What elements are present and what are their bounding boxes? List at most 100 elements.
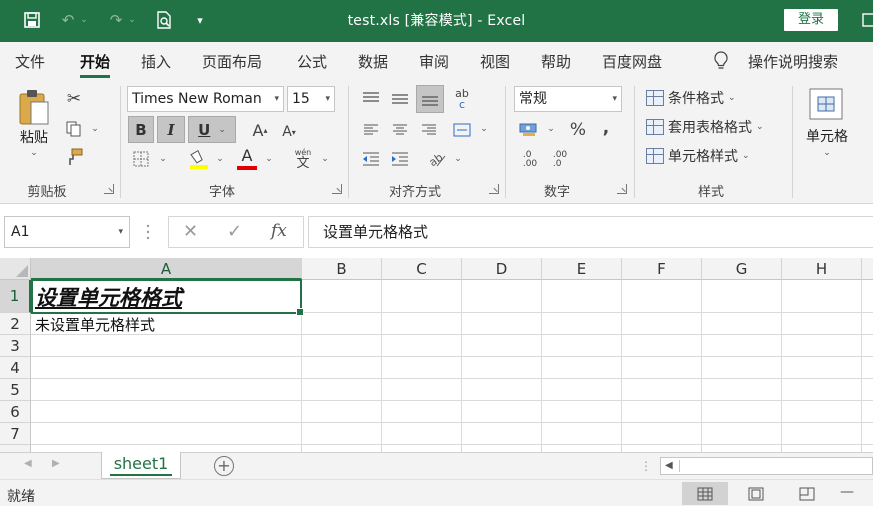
phonetic-guide-button[interactable]: wén 文 xyxy=(290,146,316,172)
accounting-dropdown[interactable]: ⌄ xyxy=(544,122,558,136)
paste-label[interactable]: 粘贴 xyxy=(14,128,54,146)
cell-a2[interactable]: 未设置单元格样式 xyxy=(35,314,155,335)
sheet-next-icon[interactable]: ▶ xyxy=(52,458,60,469)
add-sheet-icon[interactable]: + xyxy=(214,456,234,476)
login-button[interactable]: 登录 xyxy=(784,9,838,31)
column-header-f[interactable]: F xyxy=(622,258,702,280)
clipboard-launcher-icon[interactable] xyxy=(104,184,114,194)
tab-view[interactable]: 视图 xyxy=(480,51,510,72)
align-right-icon[interactable] xyxy=(416,118,442,142)
column-header-d[interactable]: D xyxy=(462,258,542,280)
number-format-select[interactable]: 常规 ▾ xyxy=(514,86,622,112)
border-dropdown[interactable]: ⌄ xyxy=(156,152,170,166)
fill-color-icon[interactable] xyxy=(186,146,212,172)
align-top-icon[interactable] xyxy=(358,86,384,112)
formula-bar-resize-handle[interactable] xyxy=(146,222,150,242)
cells-icon[interactable] xyxy=(806,86,846,122)
fill-color-dropdown[interactable]: ⌄ xyxy=(213,152,227,166)
paste-dropdown[interactable]: ⌄ xyxy=(24,146,44,160)
align-left-icon[interactable] xyxy=(358,118,384,142)
wrap-text-icon[interactable]: ab c xyxy=(450,86,474,112)
insert-function-icon[interactable]: fx xyxy=(271,221,287,241)
scroll-thumb[interactable] xyxy=(679,460,869,472)
conditional-formatting-button[interactable]: 条件格式 ⌄ xyxy=(646,88,736,108)
comma-style-button[interactable]: , xyxy=(596,116,616,140)
row-header-3[interactable]: 3 xyxy=(0,335,31,357)
tab-review[interactable]: 审阅 xyxy=(419,51,449,72)
column-header-i[interactable] xyxy=(862,258,873,280)
tab-insert[interactable]: 插入 xyxy=(141,51,171,72)
formula-input[interactable]: 设置单元格格式 xyxy=(308,216,873,248)
increase-indent-icon[interactable] xyxy=(387,148,413,170)
cells-label[interactable]: 单元格 xyxy=(800,126,854,146)
row-header-7[interactable]: 7 xyxy=(0,423,31,445)
font-size-select[interactable]: 15 ▾ xyxy=(287,86,335,112)
column-header-c[interactable]: C xyxy=(382,258,462,280)
tab-page-layout[interactable]: 页面布局 xyxy=(202,51,262,72)
tab-baidu-netdisk[interactable]: 百度网盘 xyxy=(602,51,662,72)
cancel-icon[interactable]: ✕ xyxy=(183,221,198,242)
column-header-g[interactable]: G xyxy=(702,258,782,280)
align-bottom-icon[interactable] xyxy=(416,85,444,113)
format-as-table-button[interactable]: 套用表格格式 ⌄ xyxy=(646,117,764,137)
orientation-dropdown[interactable]: ⌄ xyxy=(451,152,465,166)
column-header-e[interactable]: E xyxy=(542,258,622,280)
decrease-decimal-button[interactable]: .00 .0 xyxy=(548,148,572,172)
active-cell-selection[interactable] xyxy=(31,279,304,316)
tab-home[interactable]: 开始 xyxy=(80,51,111,78)
phonetic-dropdown[interactable]: ⌄ xyxy=(318,152,332,166)
bold-button[interactable]: B xyxy=(128,116,154,143)
page-layout-view-icon[interactable] xyxy=(733,482,779,505)
row-header-6[interactable]: 6 xyxy=(0,401,31,423)
font-name-select[interactable]: Times New Roman ▾ xyxy=(127,86,284,112)
border-icon[interactable] xyxy=(130,148,152,170)
column-header-b[interactable]: B xyxy=(302,258,382,280)
decrease-indent-icon[interactable] xyxy=(358,148,384,170)
horizontal-scrollbar[interactable]: ◀ xyxy=(660,457,873,475)
normal-view-icon[interactable] xyxy=(682,482,728,505)
merge-dropdown[interactable]: ⌄ xyxy=(477,122,491,136)
select-all-button[interactable] xyxy=(0,258,31,280)
merge-center-icon[interactable] xyxy=(450,118,474,142)
tab-split-handle[interactable]: ⋮ xyxy=(640,459,652,473)
cells-dropdown[interactable]: ⌄ xyxy=(820,146,834,160)
accounting-format-icon[interactable] xyxy=(516,118,542,142)
italic-button[interactable]: I xyxy=(157,116,185,143)
font-launcher-icon[interactable] xyxy=(332,184,342,194)
tab-file[interactable]: 文件 xyxy=(15,51,45,72)
paste-icon[interactable] xyxy=(14,86,54,130)
cut-icon[interactable]: ✂ xyxy=(62,88,86,110)
enter-icon[interactable]: ✓ xyxy=(227,221,242,242)
orientation-icon[interactable]: ab xyxy=(424,146,450,172)
increase-decimal-button[interactable]: .0 .00 xyxy=(518,148,542,172)
scroll-left-icon[interactable]: ◀ xyxy=(665,460,673,471)
sheet-tab-sheet1[interactable]: sheet1 xyxy=(101,452,181,479)
column-header-h[interactable]: H xyxy=(782,258,862,280)
shrink-font-button[interactable]: A ▾ xyxy=(278,120,300,144)
grow-font-button[interactable]: A ▴ xyxy=(249,118,271,142)
column-header-a[interactable]: A xyxy=(31,258,302,280)
cell-styles-button[interactable]: 单元格样式 ⌄ xyxy=(646,146,750,166)
align-center-icon[interactable] xyxy=(387,118,413,142)
alignment-launcher-icon[interactable] xyxy=(489,184,499,194)
row-header-5[interactable]: 5 xyxy=(0,379,31,401)
row-header-2[interactable]: 2 xyxy=(0,313,31,335)
tab-formulas[interactable]: 公式 xyxy=(297,51,327,72)
font-color-button[interactable]: A xyxy=(234,146,260,172)
tab-help[interactable]: 帮助 xyxy=(541,51,571,72)
percent-button[interactable]: % xyxy=(566,118,590,142)
number-launcher-icon[interactable] xyxy=(617,184,627,194)
copy-dropdown[interactable]: ⌄ xyxy=(88,122,102,136)
font-color-dropdown[interactable]: ⌄ xyxy=(262,152,276,166)
copy-icon[interactable] xyxy=(62,118,86,140)
underline-button[interactable]: U ⌄ xyxy=(188,116,236,143)
tell-me-search[interactable]: 操作说明搜索 xyxy=(748,51,838,72)
row-header-8[interactable] xyxy=(0,445,31,452)
worksheet-grid[interactable]: A B C D E F G H 1 2 3 4 5 6 7 设置单元格格式 未设… xyxy=(0,258,873,452)
name-box[interactable]: A1 ▾ xyxy=(4,216,130,248)
row-header-4[interactable]: 4 xyxy=(0,357,31,379)
align-middle-icon[interactable] xyxy=(387,86,413,112)
sheet-prev-icon[interactable]: ◀ xyxy=(24,458,32,469)
tab-data[interactable]: 数据 xyxy=(358,51,388,72)
zoom-out-button[interactable]: — xyxy=(840,484,854,500)
